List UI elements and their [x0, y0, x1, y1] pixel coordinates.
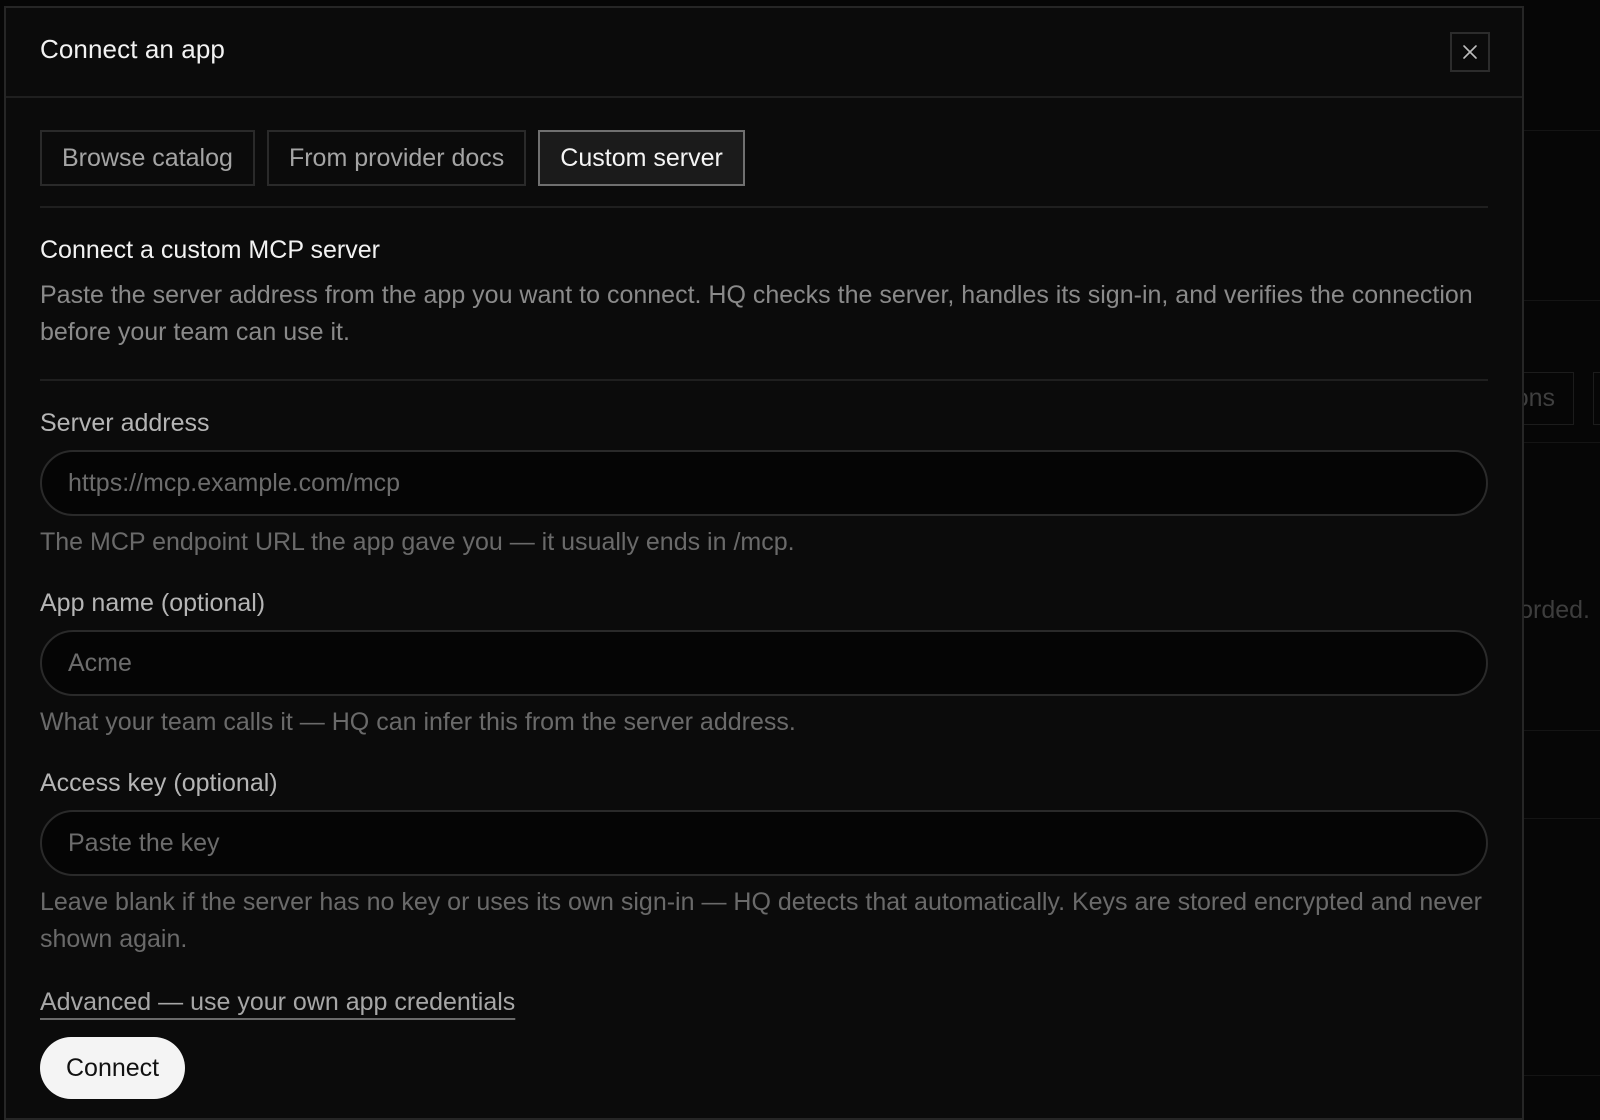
access-key-input[interactable] [40, 810, 1488, 876]
dialog-header: Connect an app [6, 8, 1522, 98]
dialog-body: Browse catalog From provider docs Custom… [6, 98, 1522, 1099]
server-address-input[interactable] [40, 450, 1488, 516]
connect-app-dialog: Connect an app Browse catalog From provi… [4, 6, 1524, 1120]
advanced-credentials-link[interactable]: Advanced — use your own app credentials [40, 988, 515, 1017]
connect-button[interactable]: Connect [40, 1037, 186, 1099]
app-name-label: App name (optional) [40, 589, 266, 617]
section-intro: Connect a custom MCP server Paste the se… [40, 208, 1488, 381]
access-key-label: Access key (optional) [40, 769, 278, 797]
access-key-field: Access key (optional) Leave blank if the… [40, 769, 1488, 958]
server-address-field: Server address The MCP endpoint URL the … [40, 409, 1488, 561]
tab-bar: Browse catalog From provider docs Custom… [40, 130, 1488, 208]
app-name-input[interactable] [40, 630, 1488, 696]
tab-browse-catalog[interactable]: Browse catalog [40, 130, 255, 186]
section-title: Connect a custom MCP server [40, 236, 380, 264]
background-tab [1593, 372, 1600, 425]
server-address-label: Server address [40, 409, 210, 437]
close-icon [1463, 45, 1477, 59]
tab-from-provider-docs[interactable]: From provider docs [266, 130, 527, 186]
access-key-hint: Leave blank if the server has no key or … [40, 888, 1482, 953]
section-description: Paste the server address from the app yo… [40, 281, 1473, 346]
dialog-title: Connect an app [40, 34, 225, 64]
app-name-field: App name (optional) What your team calls… [40, 589, 1488, 741]
tab-custom-server[interactable]: Custom server [538, 130, 745, 186]
close-button[interactable] [1450, 32, 1490, 72]
app-name-hint: What your team calls it — HQ can infer t… [40, 708, 796, 736]
server-address-hint: The MCP endpoint URL the app gave you — … [40, 528, 795, 556]
